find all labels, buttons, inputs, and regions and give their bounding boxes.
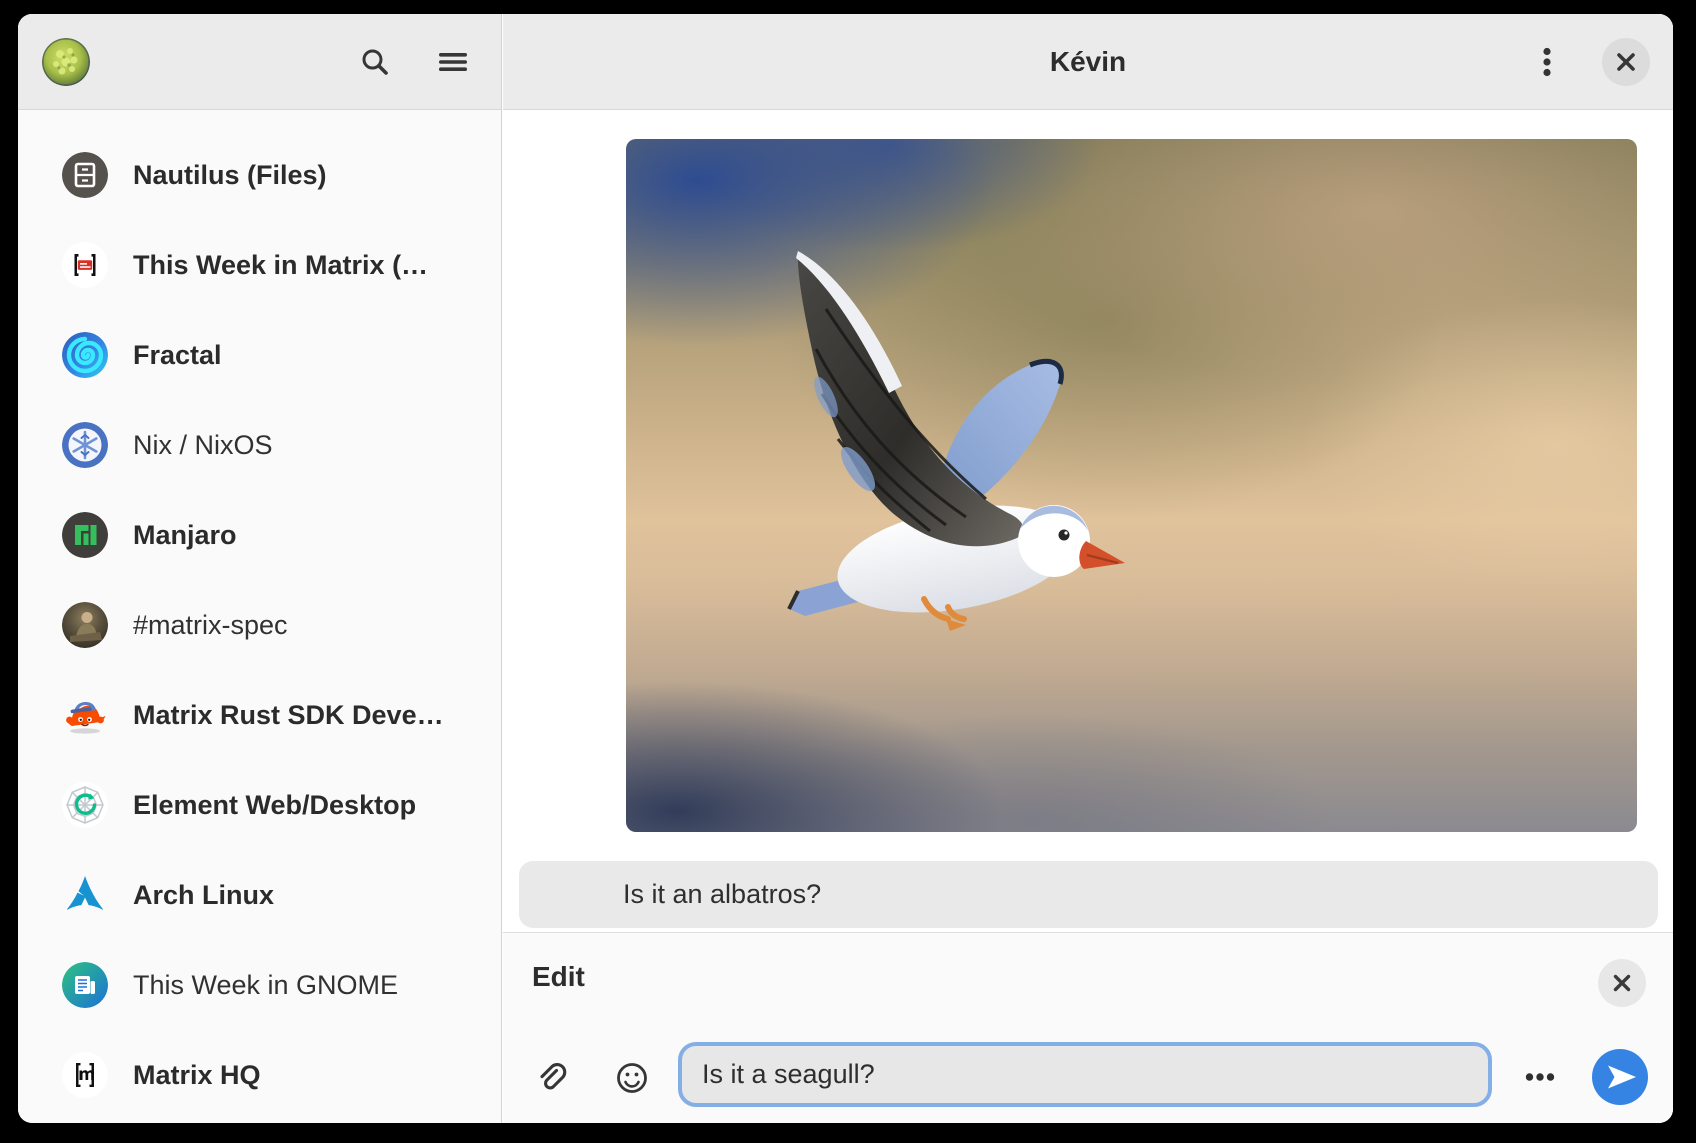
nixos-icon xyxy=(62,422,108,468)
cancel-edit-button[interactable] xyxy=(1598,959,1646,1007)
sidebar-item-matrix-spec[interactable]: #matrix-spec xyxy=(18,580,501,670)
room-name: Manjaro xyxy=(133,520,485,551)
matrix-spec-photo xyxy=(62,602,108,648)
sidebar-item-nautilus-files[interactable]: Nautilus (Files) xyxy=(18,130,501,220)
sidebar-item-this-week-in-gnome[interactable]: This Week in GNOME xyxy=(18,940,501,1030)
search-button[interactable] xyxy=(351,38,399,86)
sidebar: Nautilus (Files) This Week in Matrix (… … xyxy=(18,14,502,1123)
manjaro-icon xyxy=(62,512,108,558)
sidebar-item-fractal[interactable]: Fractal xyxy=(18,310,501,400)
room-name: This Week in Matrix (… xyxy=(133,250,485,281)
message-text: Is it an albatros? xyxy=(623,861,821,928)
sidebar-item-this-week-in-matrix[interactable]: This Week in Matrix (… xyxy=(18,220,501,310)
room-title: Kévin xyxy=(503,14,1673,110)
fractal-window: Nautilus (Files) This Week in Matrix (… … xyxy=(18,14,1673,1123)
sidebar-item-manjaro[interactable]: Manjaro xyxy=(18,490,501,580)
arch-linux-icon xyxy=(62,872,108,918)
room-name: Matrix HQ xyxy=(133,1060,485,1091)
room-list: Nautilus (Files) This Week in Matrix (… … xyxy=(18,110,501,1123)
room-name: Element Web/Desktop xyxy=(133,790,485,821)
fractal-icon xyxy=(62,332,108,378)
attach-file-button[interactable] xyxy=(526,1054,574,1102)
edit-area: Edit xyxy=(503,933,1673,1123)
matrix-hq-icon xyxy=(62,1052,108,1098)
chat-panel: Kévin xyxy=(503,14,1673,1123)
room-name: This Week in GNOME xyxy=(133,970,485,1001)
more-options-button[interactable] xyxy=(1516,1053,1564,1101)
attach-icon xyxy=(532,1060,568,1096)
user-avatar[interactable] xyxy=(42,38,90,86)
element-icon xyxy=(62,782,108,828)
seagull-illustration xyxy=(626,139,1637,832)
image-message[interactable] xyxy=(626,139,1637,832)
room-name: Matrix Rust SDK Deve… xyxy=(133,700,485,731)
main-menu-button[interactable] xyxy=(429,38,477,86)
sidebar-item-element-web-desktop[interactable]: Element Web/Desktop xyxy=(18,760,501,850)
nautilus-files-icon xyxy=(62,152,108,198)
emoji-icon xyxy=(614,1060,650,1096)
sidebar-item-matrix-rust-sdk-deve[interactable]: Matrix Rust SDK Deve… xyxy=(18,670,501,760)
room-name: Nix / NixOS xyxy=(133,430,485,461)
room-name: Nautilus (Files) xyxy=(133,160,485,191)
close-icon xyxy=(1608,44,1644,80)
kebab-menu-icon xyxy=(1529,44,1565,80)
send-icon xyxy=(1592,1049,1648,1105)
twim-icon xyxy=(62,242,108,288)
emoji-picker-button[interactable] xyxy=(608,1054,656,1102)
sidebar-item-matrix-hq[interactable]: Matrix HQ xyxy=(18,1030,501,1120)
sidebar-item-arch-linux[interactable]: Arch Linux xyxy=(18,850,501,940)
rust-crab-icon xyxy=(62,692,108,738)
chat-headerbar: Kévin xyxy=(503,14,1673,110)
romanesco-avatar xyxy=(42,38,90,86)
sidebar-headerbar xyxy=(18,14,501,110)
message-bubble[interactable]: Is it an albatros? xyxy=(519,861,1658,928)
send-button[interactable] xyxy=(1592,1049,1648,1105)
sidebar-item-nix-nixos[interactable]: Nix / NixOS xyxy=(18,400,501,490)
twig-icon xyxy=(62,962,108,1008)
close-icon xyxy=(1604,965,1640,1001)
room-name: Arch Linux xyxy=(133,880,485,911)
main-menu-icon xyxy=(435,44,471,80)
message-input[interactable] xyxy=(678,1042,1492,1107)
edit-mode-label: Edit xyxy=(532,961,585,993)
search-icon xyxy=(357,44,393,80)
room-name: Fractal xyxy=(133,340,485,371)
room-menu-button[interactable] xyxy=(1523,38,1571,86)
window-close-button[interactable] xyxy=(1602,38,1650,86)
room-name: #matrix-spec xyxy=(133,610,485,641)
more-options-icon xyxy=(1522,1059,1558,1095)
